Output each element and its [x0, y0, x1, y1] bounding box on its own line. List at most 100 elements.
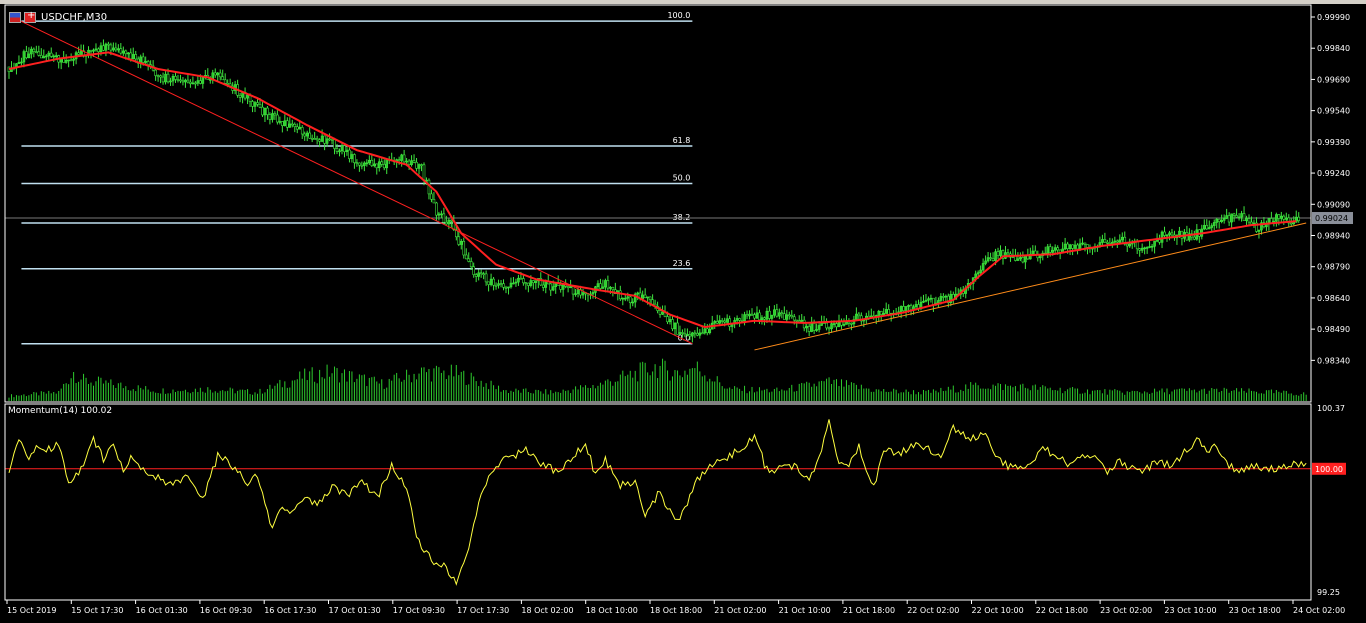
candle-body — [691, 332, 694, 337]
candle-body — [218, 72, 222, 78]
candle-body — [999, 250, 1002, 256]
chart-title: USDCHF,M30 — [9, 10, 108, 24]
time-axis-label: 23 Oct 02:00 — [1100, 606, 1152, 615]
candle-body — [186, 79, 190, 83]
candle-body — [343, 145, 346, 152]
candle-body — [785, 314, 789, 320]
candle-body — [981, 263, 985, 271]
candle-body — [117, 48, 120, 51]
candle-body — [1207, 227, 1211, 230]
candle-body — [174, 76, 177, 80]
candle-body — [333, 139, 336, 149]
symbol-label: USDCHF,M30 — [41, 12, 108, 23]
candle-body — [47, 52, 51, 57]
candle-body — [107, 43, 110, 46]
candle-body — [989, 257, 992, 259]
candle-body — [266, 107, 269, 115]
candle-body — [768, 310, 771, 319]
candle-body — [842, 324, 846, 326]
candle-body — [805, 326, 808, 329]
candle-body — [288, 123, 292, 128]
candle-body — [1068, 244, 1072, 249]
momentum-axis-label: 100.37 — [1317, 404, 1345, 413]
candle-body — [827, 327, 831, 330]
candle-body — [42, 56, 46, 59]
candle-body — [323, 135, 326, 144]
candle-body — [688, 334, 692, 337]
trading-chart[interactable]: 100.061.850.038.223.60.0 0.999900.998400… — [0, 0, 1366, 623]
candle-body — [942, 296, 945, 298]
candle-body — [164, 73, 167, 83]
candle-body — [345, 149, 349, 152]
candle-body — [534, 280, 538, 283]
time-axis-label: 21 Oct 02:00 — [714, 606, 766, 615]
candle-body — [1021, 257, 1025, 263]
candle-body — [1275, 214, 1278, 222]
candle-body — [507, 286, 510, 289]
candle-body — [450, 219, 453, 222]
time-axis-label: 23 Oct 18:00 — [1229, 606, 1281, 615]
candle-body — [40, 55, 43, 59]
candle-body — [735, 318, 739, 321]
candle-body — [1103, 239, 1107, 243]
candle-body — [161, 76, 165, 83]
candle-body — [313, 138, 316, 140]
candle-body — [464, 254, 468, 260]
candle-body — [1289, 222, 1293, 225]
price-panel[interactable]: 100.061.850.038.223.60.0 — [5, 11, 1311, 401]
candle-body — [723, 320, 726, 323]
candle-body — [360, 164, 364, 167]
candle-body — [1081, 242, 1084, 245]
candle-body — [1227, 215, 1231, 223]
candle-body — [179, 79, 182, 82]
candle-body — [696, 333, 699, 336]
candle-body — [787, 314, 791, 317]
time-axis-label: 21 Oct 10:00 — [779, 606, 831, 615]
candle-body — [658, 310, 662, 315]
candle-body — [800, 319, 804, 322]
candle-body — [693, 332, 697, 335]
time-axis-label: 18 Oct 18:00 — [650, 606, 702, 615]
candle-body — [1245, 218, 1248, 222]
candle-body — [847, 321, 851, 324]
candle-body — [760, 317, 764, 321]
candle-body — [385, 159, 389, 169]
candle-body — [295, 126, 299, 130]
candle-body — [1101, 239, 1104, 243]
candle-body — [335, 148, 339, 152]
candle-body — [815, 329, 818, 331]
candle-body — [258, 104, 262, 108]
candle-body — [748, 313, 751, 317]
candle-body — [1078, 243, 1082, 250]
candle-body — [251, 101, 254, 107]
candle-body — [131, 54, 135, 60]
candle-body — [1284, 217, 1288, 220]
candle-body — [400, 154, 403, 161]
candle-body — [32, 48, 36, 52]
candle-body — [156, 75, 160, 77]
candle-body — [308, 132, 311, 139]
time-axis-label: 18 Oct 02:00 — [521, 606, 573, 615]
candle-body — [199, 80, 202, 84]
candle-body — [281, 121, 284, 126]
candle-body — [447, 219, 451, 225]
candle-body — [909, 305, 913, 310]
candle-body — [67, 59, 70, 62]
candle-body — [902, 306, 905, 311]
candle-body — [20, 61, 23, 64]
chart-axes: 0.99990 0.99840 0.99690 0.99540 0.99390 0.992… — [4, 4, 1353, 615]
candle-body — [330, 138, 334, 141]
candle-body — [837, 321, 841, 328]
momentum-panel[interactable] — [5, 419, 1311, 586]
candle-body — [1128, 243, 1132, 247]
candle-body — [522, 278, 525, 284]
candle-body — [479, 272, 483, 275]
candle-body — [1230, 213, 1233, 223]
candle-body — [124, 50, 128, 55]
candle-body — [1217, 218, 1221, 222]
candle-body — [884, 309, 888, 314]
candle-body — [325, 138, 329, 144]
candle-body — [1150, 245, 1154, 248]
candle-body — [524, 282, 528, 285]
candle-body — [49, 52, 53, 57]
